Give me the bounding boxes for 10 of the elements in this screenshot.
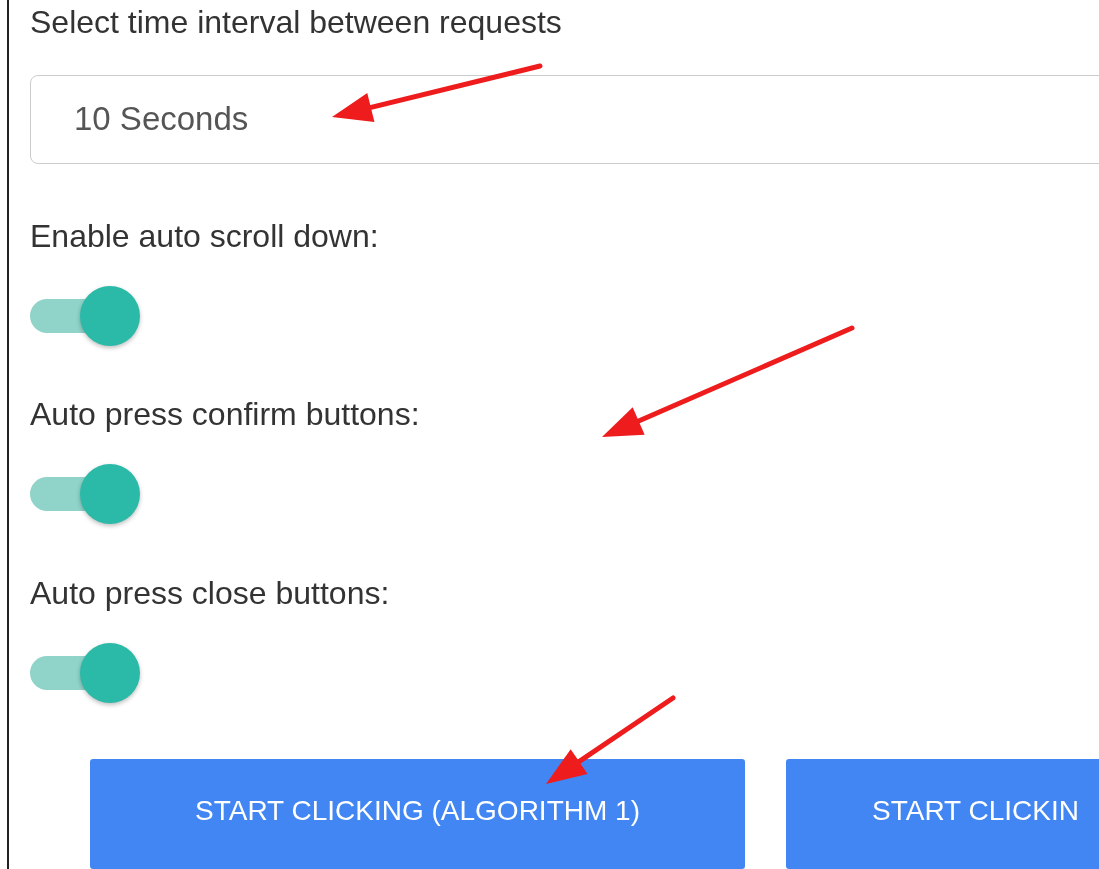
toggle-switch[interactable] (30, 285, 140, 345)
interval-select[interactable]: 10 Seconds (30, 75, 1099, 164)
setting-label: Auto press close buttons: (30, 573, 390, 613)
toggle-switch[interactable] (30, 464, 140, 523)
setting-label: Enable auto scroll down: (30, 216, 379, 256)
toggle-switch[interactable] (30, 642, 140, 701)
start-button[interactable]: START CLICKIN (786, 759, 1099, 869)
setting-label: Auto press confirm buttons: (30, 395, 420, 435)
field-label: Select time interval between requests (30, 3, 562, 42)
start-button[interactable]: START CLICKING (ALGORITHM 1) (90, 759, 745, 869)
